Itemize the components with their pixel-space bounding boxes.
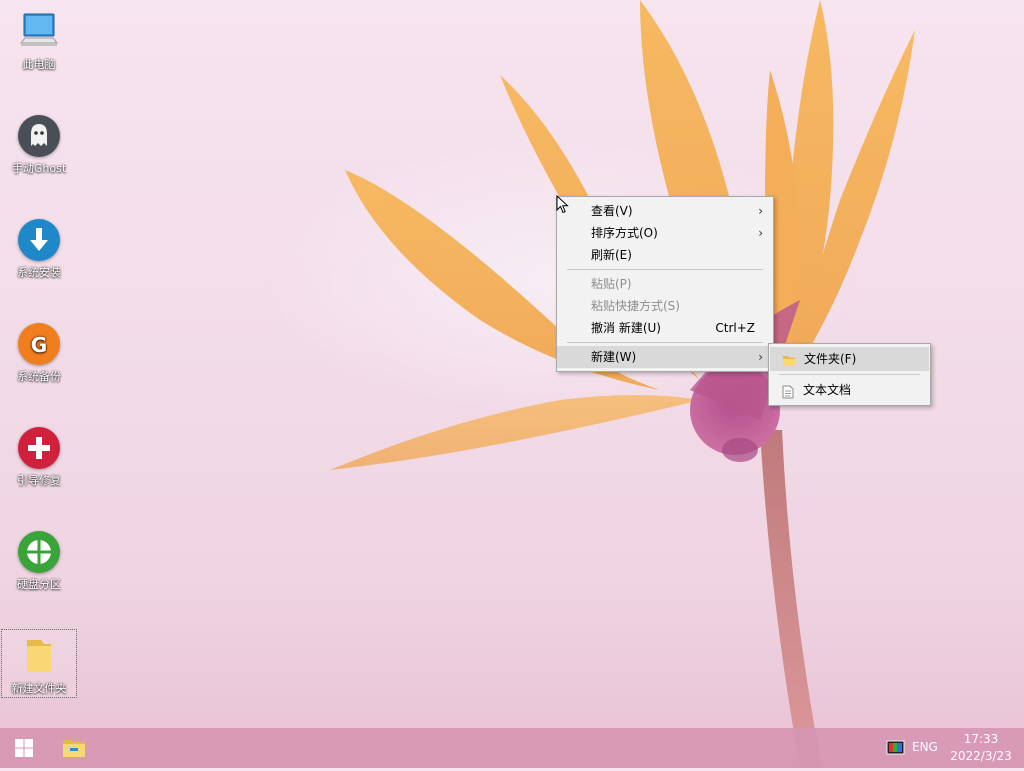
- chevron-right-icon: ›: [758, 226, 763, 240]
- desktop-icon-manual-ghost[interactable]: 手动Ghost: [2, 114, 76, 176]
- chevron-right-icon: ›: [758, 204, 763, 218]
- disk-partition-icon: [17, 530, 61, 574]
- menu-separator: [567, 269, 763, 270]
- ghost-icon: [17, 114, 61, 158]
- menu-item-undo-new[interactable]: 撤消 新建(U) Ctrl+Z: [557, 317, 773, 339]
- system-backup-icon: G: [17, 322, 61, 366]
- desktop-icon-label: 硬盘分区: [17, 578, 61, 591]
- text-document-icon: [781, 383, 795, 407]
- folder-icon: [17, 634, 61, 678]
- desktop-context-menu: 查看(V) › 排序方式(O) › 刷新(E) 粘贴(P) 粘贴快捷方式(S) …: [556, 196, 774, 372]
- clock-date: 2022/3/23: [950, 749, 1012, 763]
- menu-item-sort-by[interactable]: 排序方式(O) ›: [557, 222, 773, 244]
- desktop-icon-boot-repair[interactable]: 引导修复: [2, 426, 76, 488]
- taskbar: ENG 17:33 2022/3/23: [0, 728, 1024, 768]
- desktop-icon-label: 引导修复: [17, 474, 61, 487]
- desktop-icon-system-install[interactable]: 系统安装: [2, 218, 76, 280]
- system-install-icon: [17, 218, 61, 262]
- desktop-icon-label: 手动Ghost: [11, 162, 67, 175]
- shortcut-label: Ctrl+Z: [715, 321, 755, 335]
- tray-display-icon[interactable]: [884, 728, 908, 768]
- submenu-item-folder[interactable]: 文件夹(F): [770, 347, 929, 371]
- this-pc-icon: [17, 10, 61, 54]
- chevron-right-icon: ›: [758, 350, 763, 364]
- start-icon: [15, 739, 33, 757]
- clock-time: 17:33: [963, 732, 999, 746]
- desktop-icon-disk-partition[interactable]: 硬盘分区: [2, 530, 76, 592]
- file-explorer-icon: [63, 740, 85, 757]
- desktop-icon-system-backup[interactable]: G 系统备份: [2, 322, 76, 384]
- display-icon: [886, 740, 905, 755]
- mouse-cursor: [556, 195, 569, 214]
- desktop-icon-label: 此电脑: [22, 58, 56, 71]
- folder-icon: [782, 352, 796, 376]
- new-submenu: 文件夹(F) 文本文档: [768, 343, 931, 406]
- clock[interactable]: 17:33 2022/3/23: [944, 728, 1024, 768]
- start-button[interactable]: [0, 728, 48, 768]
- desktop-icon-label: 系统安装: [17, 266, 61, 279]
- menu-separator: [567, 342, 763, 343]
- desktop-icon-label: 新建文件夹: [11, 682, 67, 695]
- menu-item-new[interactable]: 新建(W) ›: [557, 346, 773, 368]
- taskbar-file-explorer[interactable]: [50, 728, 98, 768]
- svg-text:G: G: [31, 333, 47, 357]
- language-indicator[interactable]: ENG: [912, 740, 938, 754]
- desktop-icon-label: 系统备份: [17, 370, 61, 383]
- menu-item-paste-shortcut[interactable]: 粘贴快捷方式(S): [557, 295, 773, 317]
- boot-repair-icon: [17, 426, 61, 470]
- submenu-item-text-document[interactable]: 文本文档: [769, 378, 930, 402]
- desktop-icon-new-folder[interactable]: 新建文件夹: [1, 629, 77, 698]
- menu-item-paste[interactable]: 粘贴(P): [557, 273, 773, 295]
- menu-separator: [779, 374, 920, 375]
- menu-item-refresh[interactable]: 刷新(E): [557, 244, 773, 266]
- menu-item-view[interactable]: 查看(V) ›: [557, 200, 773, 222]
- desktop-icon-this-pc[interactable]: 此电脑: [2, 10, 76, 72]
